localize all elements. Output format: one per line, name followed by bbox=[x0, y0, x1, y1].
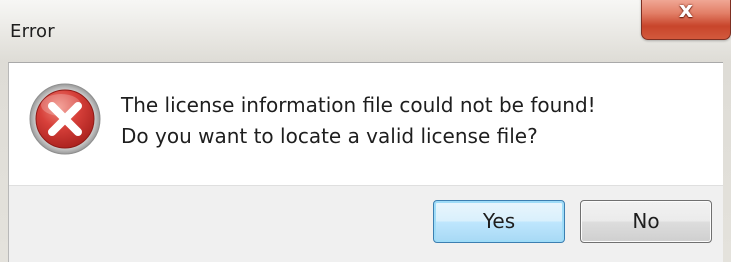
close-icon: x bbox=[678, 0, 694, 23]
close-button[interactable]: x bbox=[641, 0, 731, 40]
window-title: Error bbox=[10, 21, 55, 42]
yes-button[interactable]: Yes bbox=[433, 200, 565, 243]
error-dialog: Error x The license information file cou… bbox=[0, 0, 731, 262]
message-line-2: Do you want to locate a valid license fi… bbox=[121, 124, 538, 148]
window-frame-right bbox=[723, 62, 731, 262]
error-icon bbox=[29, 83, 101, 155]
no-button[interactable]: No bbox=[580, 200, 712, 243]
title-bar[interactable]: Error x bbox=[0, 0, 731, 62]
message-line-1: The license information file could not b… bbox=[121, 93, 596, 117]
window-frame-left bbox=[0, 62, 8, 262]
